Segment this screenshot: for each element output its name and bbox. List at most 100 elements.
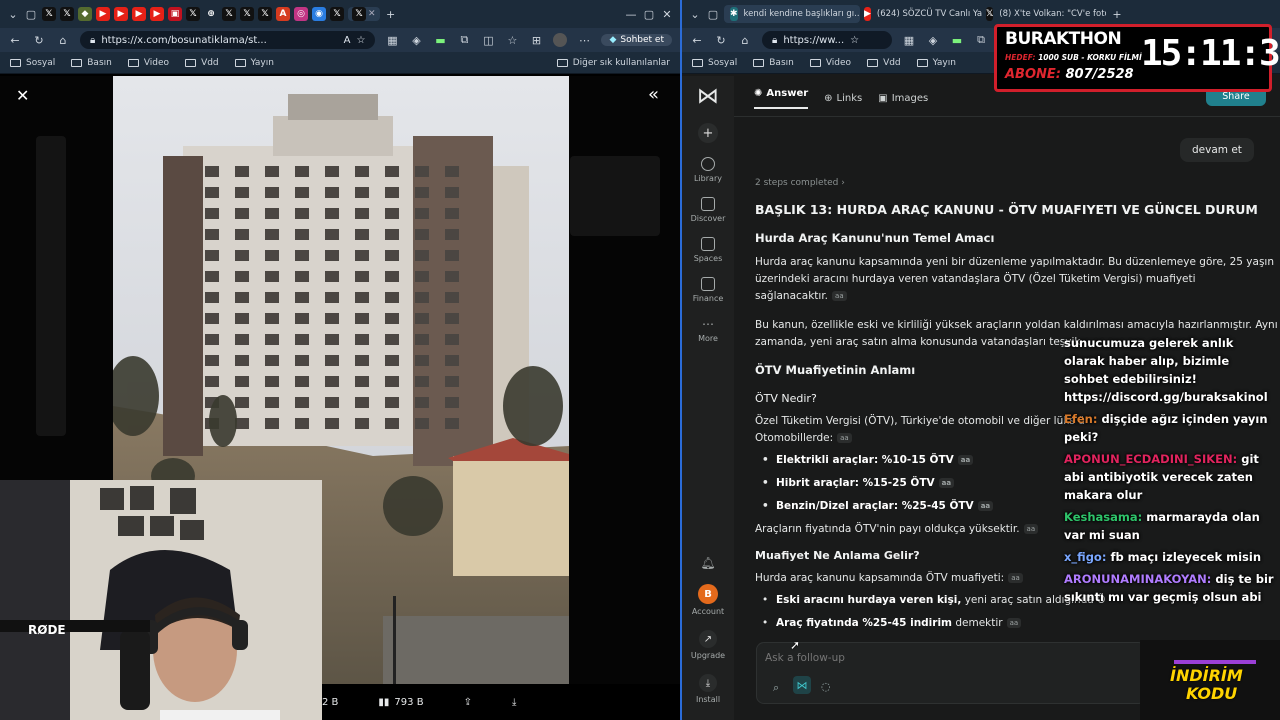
tab-x-volkan[interactable]: 𝕏 (8) X'te Volkan: "CV'e foto... — [986, 7, 1106, 21]
extension-icon[interactable]: ◈ — [926, 33, 940, 47]
read-aloud-icon[interactable]: A — [344, 35, 351, 46]
sidebar-item-spaces[interactable]: Spaces — [694, 237, 722, 263]
perplexity-mode-icon[interactable]: ⋈ — [793, 676, 811, 694]
refresh-icon[interactable]: ↻ — [32, 33, 46, 47]
tab-x-2[interactable]: 𝕏 — [60, 7, 74, 21]
copilot-button[interactable]: ◆ Sohbet et — [601, 34, 672, 46]
sidebar-account[interactable]: B Account — [692, 584, 724, 616]
tab-youtube-1[interactable]: ▶ — [96, 7, 110, 21]
workspaces-icon[interactable]: ▢ — [24, 7, 38, 21]
home-icon[interactable]: ⌂ — [56, 33, 70, 47]
maximize-icon[interactable]: ▢ — [642, 7, 656, 21]
collections-icon[interactable]: ⊞ — [529, 33, 543, 47]
back-icon[interactable]: ← — [8, 33, 22, 47]
tab-messenger[interactable]: ◉ — [312, 7, 326, 21]
menu-dots-icon[interactable]: ⋯ — [577, 33, 591, 47]
tab-answer[interactable]: ✺ Answer — [754, 88, 809, 109]
perplexity-logo-icon[interactable]: ⋈ — [697, 84, 719, 109]
tab-instagram[interactable]: ◎ — [294, 7, 308, 21]
extension-icon[interactable]: ▬ — [433, 33, 447, 47]
bookmark-video[interactable]: Video — [809, 58, 851, 68]
bookmark-yayin[interactable]: Yayın — [234, 58, 274, 68]
notifications-icon[interactable]: 🔔︎ — [700, 556, 715, 570]
new-tab-icon[interactable]: + — [384, 7, 398, 21]
favorites-icon[interactable]: ☆ — [505, 33, 519, 47]
new-tab-icon[interactable]: + — [1110, 7, 1124, 21]
bookmark-basin[interactable]: Basın — [753, 58, 794, 68]
steps-completed[interactable]: 2 steps completed › — [755, 175, 845, 192]
bookmark-vdd[interactable]: Vdd — [185, 58, 219, 68]
lightbulb-icon[interactable]: ◌ — [821, 680, 831, 693]
new-thread-icon[interactable]: + — [698, 123, 718, 143]
address-bar[interactable]: 🔒︎ https://ww... ☆ — [762, 31, 892, 49]
tab-x-3[interactable]: 𝕏 — [186, 7, 200, 21]
favorite-star-icon[interactable]: ☆ — [850, 35, 859, 46]
tab-sozcu[interactable]: ▶ (624) SÖZCÜ TV Canlı Yayın — [864, 7, 982, 21]
bookmark-sosyal[interactable]: Sosyal — [10, 58, 55, 68]
search-icon[interactable]: ⌕ — [773, 681, 779, 695]
sidebar-item-library[interactable]: Library — [694, 157, 722, 183]
tab-3[interactable]: ◆ — [78, 7, 92, 21]
tab-x-6[interactable]: 𝕏 — [258, 7, 272, 21]
tab-youtube-2[interactable]: ▶ — [114, 7, 128, 21]
extension-icon[interactable]: ▦ — [902, 33, 916, 47]
collapse-panel-icon[interactable]: « — [648, 84, 659, 105]
sidebar-item-more[interactable]: ⋯ More — [698, 317, 718, 343]
tab-perplexity[interactable]: ✱ kendi kendine başlıkları gı... — [724, 5, 860, 23]
citation-badge[interactable]: aa — [977, 501, 994, 511]
extension-icon[interactable]: ⧉ — [974, 33, 988, 47]
extension-icon[interactable]: ▬ — [950, 33, 964, 47]
bookmark-video[interactable]: Video — [127, 58, 169, 68]
bookmark-basin[interactable]: Basın — [71, 58, 112, 68]
tab-news[interactable]: ▣ — [168, 7, 182, 21]
left-tab-strip[interactable]: ⌄ ▢ 𝕏 𝕏 ◆ ▶ ▶ ▶ ▶ ▣ 𝕏 ⊕ 𝕏 𝕏 𝕏 A ◎ ◉ 𝕏 𝕏 ✕… — [0, 0, 680, 28]
sidebar-item-finance[interactable]: Finance — [693, 277, 723, 303]
reply-count[interactable]: 2 B — [322, 697, 338, 708]
close-viewer-icon[interactable]: ✕ — [16, 86, 29, 105]
address-bar[interactable]: 🔒︎ https://x.com/bosunatiklama/st... A ☆ — [80, 31, 376, 49]
citation-badge[interactable]: aa — [1006, 618, 1022, 628]
download-icon[interactable]: ⤓ — [512, 697, 516, 708]
extension-icon[interactable]: ⧉ — [457, 33, 471, 47]
tab-actions-icon[interactable]: ⌄ — [688, 7, 702, 21]
citation-badge[interactable]: aa — [1008, 573, 1023, 583]
tab-x-7[interactable]: 𝕏 — [330, 7, 344, 21]
close-window-icon[interactable]: ✕ — [660, 7, 674, 21]
profile-avatar-icon[interactable] — [553, 33, 568, 47]
follow-up-box[interactable]: ⌕ ⋈ ◌ — [756, 642, 1146, 704]
citation-badge[interactable]: aa — [832, 291, 847, 301]
tab-x-active[interactable]: 𝕏 ✕ — [348, 7, 380, 21]
citation-badge[interactable]: aa — [837, 433, 852, 443]
bookmark-other[interactable]: Diğer sık kullanılanlar — [556, 58, 670, 68]
sidebar-item-discover[interactable]: Discover — [691, 197, 725, 223]
favorite-star-icon[interactable]: ☆ — [356, 35, 365, 46]
bookmark-yayin[interactable]: Yayın — [916, 58, 956, 68]
tab-x-1[interactable]: 𝕏 — [42, 7, 56, 21]
close-tab-icon[interactable]: ✕ — [368, 9, 376, 19]
back-icon[interactable]: ← — [690, 33, 704, 47]
tab-a[interactable]: A — [276, 7, 290, 21]
tab-links[interactable]: ⊕ Links — [824, 88, 862, 109]
split-screen-icon[interactable]: ◫ — [481, 33, 495, 47]
bookmark-sosyal[interactable]: Sosyal — [692, 58, 737, 68]
tab-x-5[interactable]: 𝕏 — [240, 7, 254, 21]
extension-icon[interactable]: ◈ — [409, 33, 423, 47]
sidebar-install[interactable]: ⤓ Install — [696, 674, 720, 704]
share-icon[interactable]: ⇪ — [464, 697, 472, 708]
citation-badge[interactable]: aa — [938, 478, 955, 488]
tab-globe[interactable]: ⊕ — [204, 7, 218, 21]
extension-icon[interactable]: ▦ — [385, 33, 399, 47]
tab-actions-icon[interactable]: ⌄ — [6, 7, 20, 21]
tab-images[interactable]: ▣ Images — [878, 88, 928, 109]
citation-badge[interactable]: aa — [1023, 524, 1039, 534]
bookmark-vdd[interactable]: Vdd — [867, 58, 901, 68]
follow-up-input[interactable] — [765, 649, 1125, 667]
tab-youtube-4[interactable]: ▶ — [150, 7, 164, 21]
tab-x-4[interactable]: 𝕏 — [222, 7, 236, 21]
minimize-icon[interactable]: — — [624, 7, 638, 21]
sidebar-upgrade[interactable]: ↗ Upgrade — [691, 630, 725, 660]
home-icon[interactable]: ⌂ — [738, 33, 752, 47]
workspaces-icon[interactable]: ▢ — [706, 7, 720, 21]
tab-youtube-3[interactable]: ▶ — [132, 7, 146, 21]
refresh-icon[interactable]: ↻ — [714, 33, 728, 47]
